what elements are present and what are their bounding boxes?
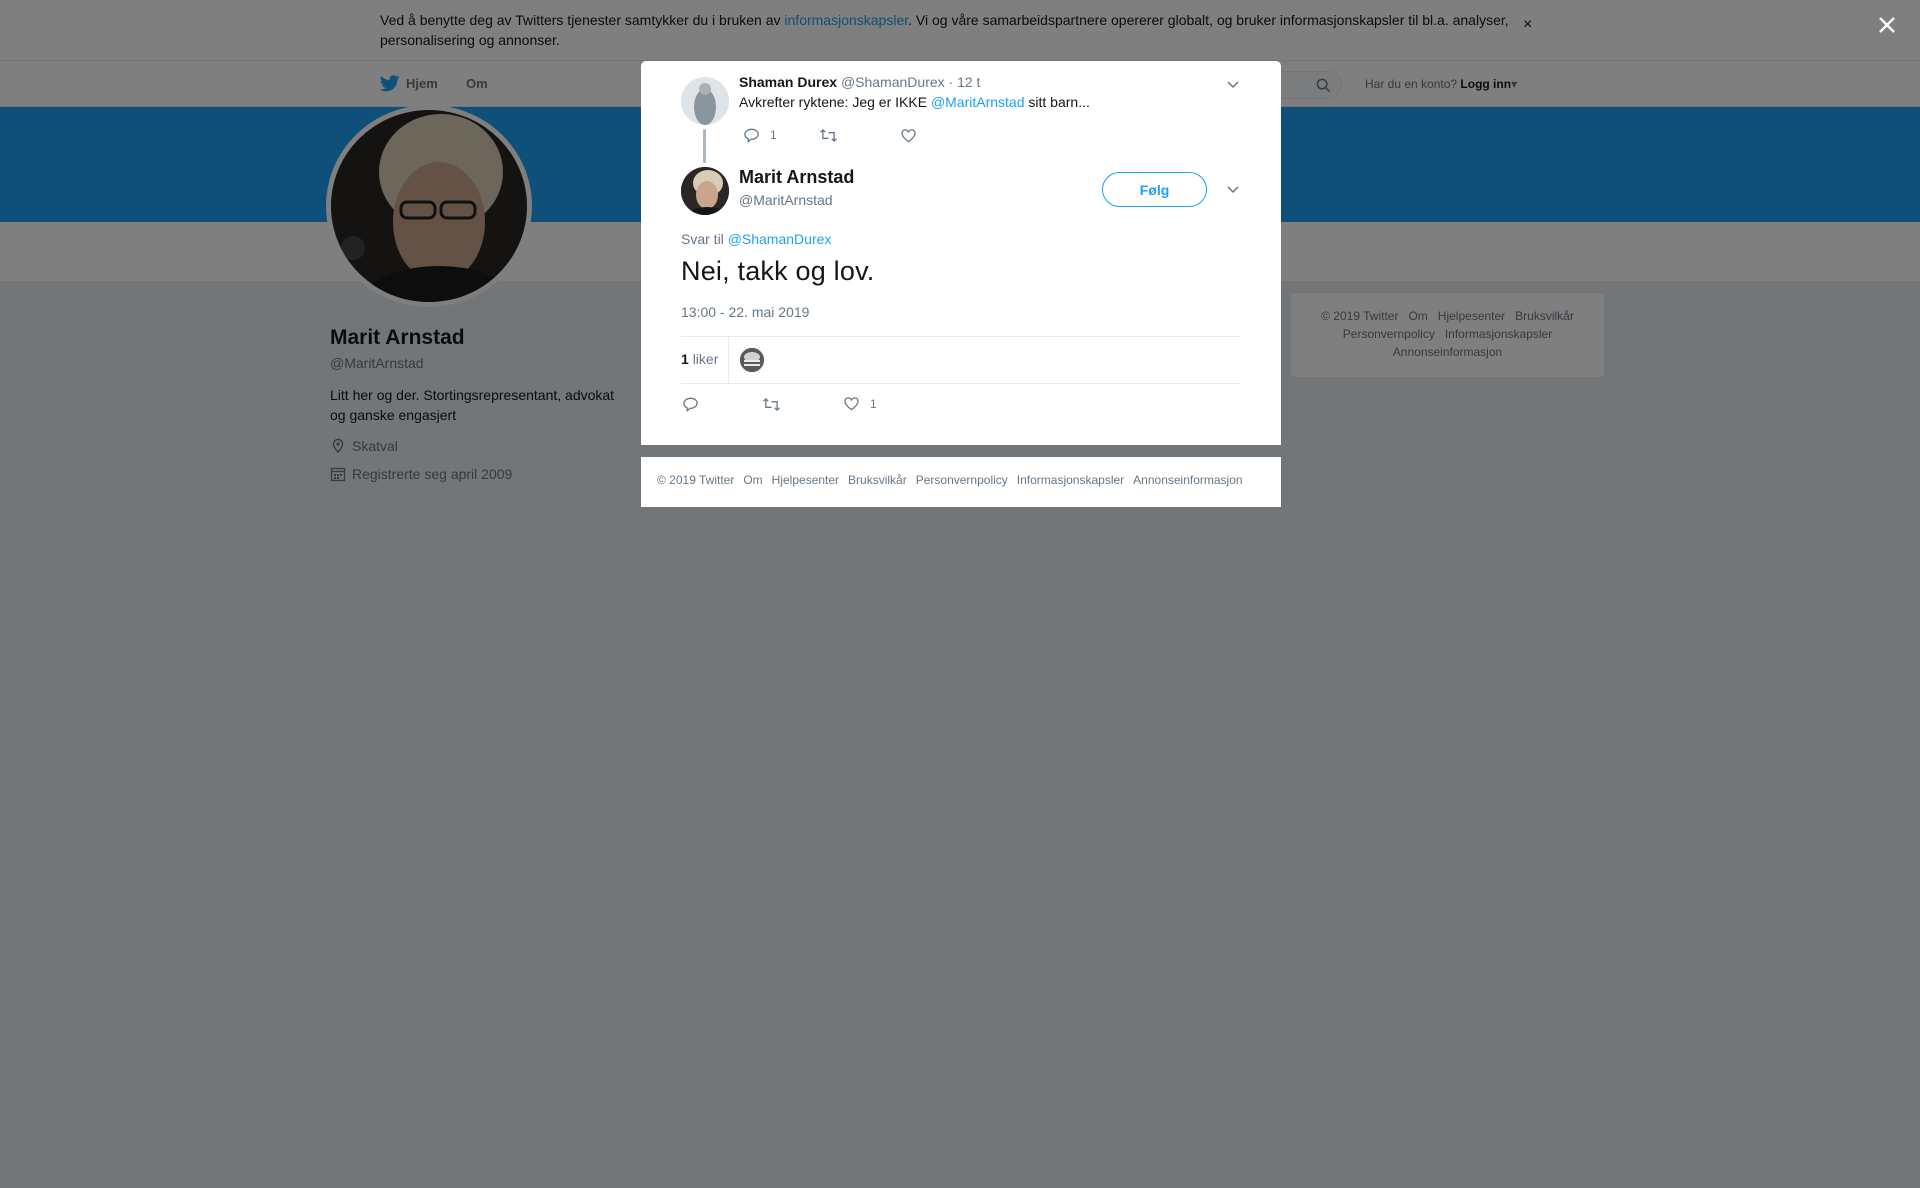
likes-count[interactable]: 1 liker bbox=[681, 351, 718, 367]
parent-reply-button[interactable]: 1 bbox=[743, 127, 777, 143]
heart-icon bbox=[844, 397, 859, 411]
parent-retweet-button[interactable] bbox=[819, 128, 838, 143]
parent-avatar[interactable] bbox=[681, 77, 729, 125]
parent-handle[interactable]: @ShamanDurex bbox=[841, 74, 945, 90]
close-icon[interactable] bbox=[1872, 10, 1902, 40]
heart-icon bbox=[901, 129, 916, 143]
parent-time[interactable]: · 12 t bbox=[949, 74, 981, 90]
tweet-text: Nei, takk og lov. bbox=[681, 256, 875, 286]
stats-divider bbox=[728, 337, 729, 383]
modal-footer: © 2019 Twitter Om Hjelpesenter Bruksvilkår P… bbox=[641, 457, 1281, 507]
tweet-timestamp[interactable]: 13:00 - 22. mai 2019 bbox=[681, 304, 809, 320]
reply-icon bbox=[744, 128, 759, 143]
tweet-modal: Shaman Durex @ShamanDurex · 12 t Avkreft… bbox=[641, 61, 1281, 445]
retweet-icon bbox=[820, 128, 837, 143]
parent-text: Avkrefter ryktene: Jeg er IKKE @MaritArn… bbox=[739, 94, 1090, 110]
author-name[interactable]: Marit Arnstad bbox=[739, 167, 854, 188]
author-avatar[interactable] bbox=[681, 167, 729, 215]
parent-like-button[interactable] bbox=[900, 128, 917, 143]
reply-to-link[interactable]: @ShamanDurex bbox=[728, 231, 832, 247]
follow-button[interactable]: Følg bbox=[1102, 172, 1207, 207]
thread-line bbox=[703, 129, 706, 163]
reply-context: Svar til @ShamanDurex bbox=[681, 231, 832, 247]
author-handle[interactable]: @MaritArnstad bbox=[739, 192, 833, 208]
liker-avatar[interactable] bbox=[740, 348, 764, 372]
like-button[interactable]: 1 bbox=[843, 396, 877, 411]
reply-icon bbox=[683, 397, 698, 412]
chevron-down-icon[interactable] bbox=[1225, 76, 1241, 92]
tweet-stats: 1 liker bbox=[681, 336, 1241, 384]
retweet-icon bbox=[763, 397, 780, 412]
reply-button[interactable] bbox=[682, 396, 699, 412]
parent-header: Shaman Durex @ShamanDurex · 12 t bbox=[739, 74, 980, 90]
mention-link[interactable]: @MaritArnstad bbox=[931, 94, 1025, 110]
parent-name[interactable]: Shaman Durex bbox=[739, 74, 837, 90]
chevron-down-icon[interactable] bbox=[1225, 181, 1241, 197]
retweet-button[interactable] bbox=[762, 397, 781, 412]
